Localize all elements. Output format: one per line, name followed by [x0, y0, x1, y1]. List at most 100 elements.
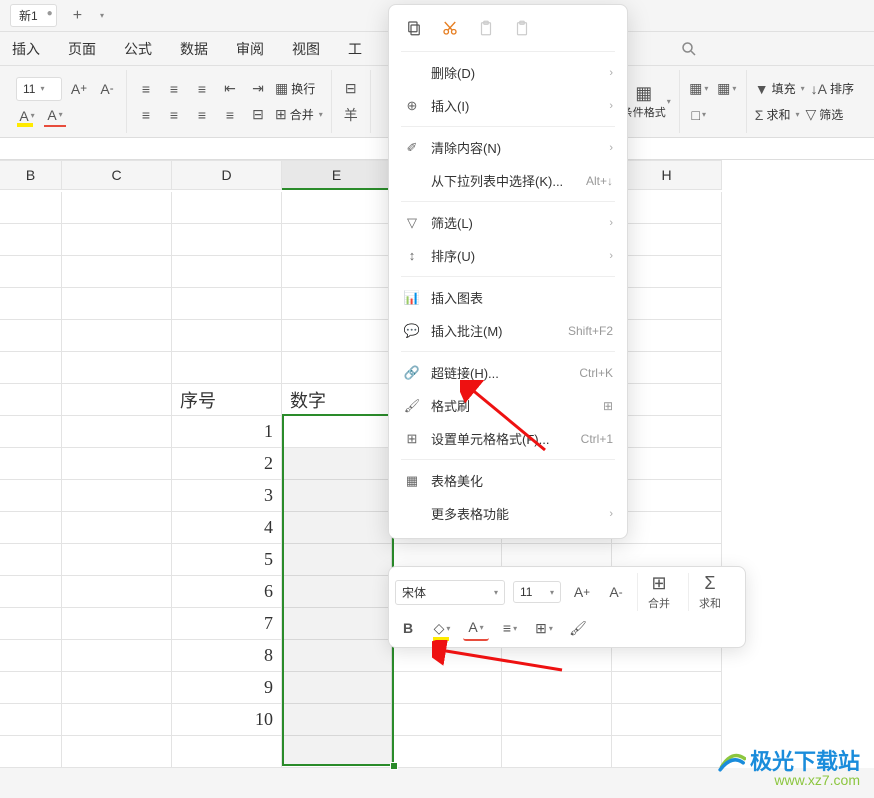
cell[interactable]	[62, 352, 172, 384]
col-header-h[interactable]: H	[612, 160, 722, 190]
decrease-font-icon[interactable]: A-	[96, 78, 118, 100]
data-seq[interactable]: 6	[172, 576, 282, 608]
cell[interactable]	[612, 512, 722, 544]
cell[interactable]	[612, 480, 722, 512]
format-cells-icon[interactable]: □▾	[688, 104, 710, 126]
menu-page[interactable]: 页面	[68, 39, 96, 59]
cell[interactable]	[62, 224, 172, 256]
cell[interactable]	[172, 320, 282, 352]
ctx-clear[interactable]: ✐清除内容(N)›	[389, 131, 627, 164]
align-right-icon[interactable]: ≡	[191, 104, 213, 126]
menu-insert[interactable]: 插入	[12, 39, 40, 59]
cell[interactable]	[612, 416, 722, 448]
cell[interactable]	[172, 352, 282, 384]
ctx-dropdown-select[interactable]: 从下拉列表中选择(K)...Alt+↓	[389, 164, 627, 197]
mini-bold-icon[interactable]: B	[395, 615, 421, 641]
data-num[interactable]	[282, 576, 392, 608]
cell[interactable]	[172, 736, 282, 768]
cell[interactable]	[0, 352, 62, 384]
cell[interactable]	[0, 672, 62, 704]
cell[interactable]	[62, 192, 172, 224]
mini-merge-group[interactable]: ⊞ 合并	[637, 573, 680, 611]
mini-format-painter-icon[interactable]: 🖌	[565, 615, 591, 641]
cell[interactable]	[0, 736, 62, 768]
cell[interactable]	[282, 224, 392, 256]
cell[interactable]	[172, 288, 282, 320]
cell[interactable]	[282, 320, 392, 352]
conditional-format-button[interactable]: ▦ 条件格式	[629, 82, 659, 122]
cell[interactable]	[282, 256, 392, 288]
delete-cells-icon[interactable]: ▦▾	[716, 78, 738, 100]
menu-view[interactable]: 视图	[292, 39, 320, 59]
cell[interactable]	[0, 320, 62, 352]
menu-review[interactable]: 审阅	[236, 39, 264, 59]
cell[interactable]	[62, 288, 172, 320]
cell[interactable]	[0, 192, 62, 224]
data-num[interactable]	[282, 704, 392, 736]
data-num[interactable]	[282, 640, 392, 672]
indent-increase-icon[interactable]: ⇥	[247, 78, 269, 100]
cell[interactable]	[612, 224, 722, 256]
cell[interactable]	[62, 480, 172, 512]
add-tab-dropdown[interactable]: ▾	[100, 11, 104, 20]
cell[interactable]	[62, 608, 172, 640]
data-num[interactable]	[282, 608, 392, 640]
ctx-chart[interactable]: 📊插入图表	[389, 281, 627, 314]
currency-icon[interactable]: 羊	[340, 104, 362, 126]
mini-font-size-select[interactable]: 11▾	[513, 581, 561, 603]
cell[interactable]	[62, 256, 172, 288]
cell[interactable]	[62, 576, 172, 608]
cell[interactable]	[612, 384, 722, 416]
col-header-b[interactable]: B	[0, 160, 62, 190]
filter-button[interactable]: ▽筛选	[805, 104, 843, 126]
ctx-insert[interactable]: ⊕插入(I)›	[389, 89, 627, 122]
merge-button[interactable]: ⊞合并▾	[275, 104, 323, 126]
mini-increase-font-icon[interactable]: A+	[569, 579, 595, 605]
cell[interactable]	[0, 640, 62, 672]
cell[interactable]	[0, 416, 62, 448]
cell[interactable]	[612, 736, 722, 768]
cell[interactable]	[0, 480, 62, 512]
cell[interactable]	[392, 736, 502, 768]
increase-font-icon[interactable]: A+	[68, 78, 90, 100]
ctx-table-beautify[interactable]: ▦表格美化	[389, 464, 627, 497]
cell[interactable]	[612, 288, 722, 320]
col-header-c[interactable]: C	[62, 160, 172, 190]
distribute-icon[interactable]: ⊟	[247, 104, 269, 126]
cell[interactable]	[0, 704, 62, 736]
cell[interactable]	[62, 320, 172, 352]
cell[interactable]	[0, 288, 62, 320]
menu-formula[interactable]: 公式	[124, 39, 152, 59]
cell[interactable]	[282, 192, 392, 224]
copy-icon[interactable]	[403, 17, 425, 39]
cell[interactable]	[172, 256, 282, 288]
document-tab[interactable]: 新1 ●	[10, 4, 57, 27]
header-seq[interactable]: 序号	[172, 384, 282, 416]
mini-sum-group[interactable]: Σ 求和	[688, 573, 731, 611]
sort-button[interactable]: ↓A排序	[811, 78, 854, 100]
cell[interactable]	[612, 704, 722, 736]
cell[interactable]	[392, 704, 502, 736]
cell[interactable]	[62, 544, 172, 576]
wrap-text-button[interactable]: ▦换行	[275, 78, 315, 100]
data-seq[interactable]: 2	[172, 448, 282, 480]
data-num[interactable]	[282, 416, 392, 448]
sum-button[interactable]: Σ求和▾	[755, 104, 800, 126]
ctx-filter[interactable]: ▽筛选(L)›	[389, 206, 627, 239]
mini-font-color-icon[interactable]: A▾	[463, 615, 489, 641]
cell[interactable]	[502, 704, 612, 736]
search-icon[interactable]	[680, 40, 698, 58]
cell[interactable]	[612, 320, 722, 352]
cell[interactable]	[0, 256, 62, 288]
cell[interactable]	[612, 352, 722, 384]
mini-align-icon[interactable]: ≡▾	[497, 615, 523, 641]
mini-highlight-icon[interactable]: ◇▾	[429, 615, 455, 641]
cell[interactable]	[62, 640, 172, 672]
indent-decrease-icon[interactable]: ⇤	[219, 78, 241, 100]
menu-data[interactable]: 数据	[180, 39, 208, 59]
cell[interactable]	[0, 448, 62, 480]
close-tab-icon[interactable]: ●	[47, 8, 53, 19]
data-seq[interactable]: 9	[172, 672, 282, 704]
cell[interactable]	[502, 736, 612, 768]
data-num[interactable]	[282, 448, 392, 480]
